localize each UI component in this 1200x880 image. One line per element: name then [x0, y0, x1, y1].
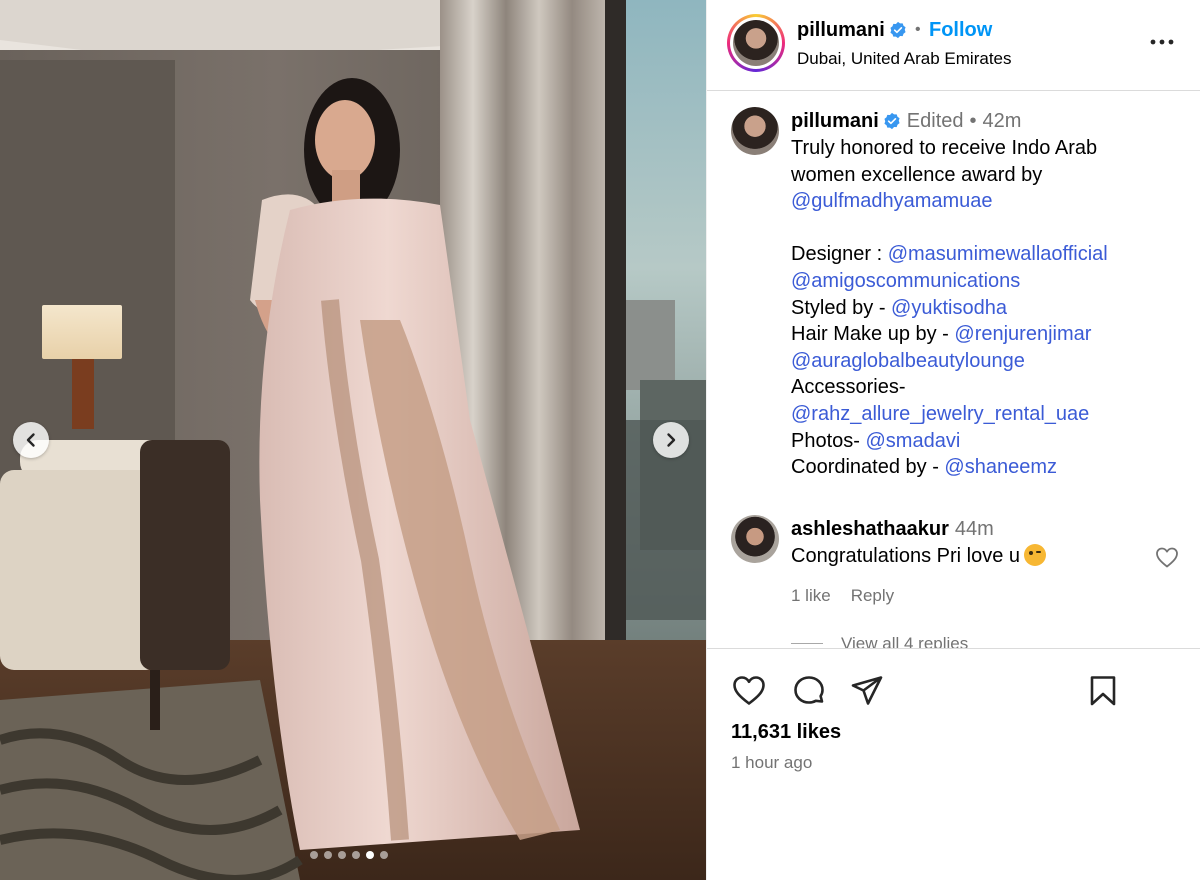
comment-username[interactable]: ashleshathaakur: [791, 518, 949, 540]
caption-header: pillumani Edited • 42m: [791, 110, 1021, 133]
comment-like-count[interactable]: 1 like: [791, 586, 831, 605]
comment-avatar[interactable]: [731, 515, 779, 563]
face-blowing-kiss-emoji-icon: [1024, 544, 1047, 566]
reply-button[interactable]: Reply: [851, 586, 894, 605]
likes-count[interactable]: 11,631 likes: [731, 721, 841, 744]
mention-link[interactable]: @yuktisodha: [891, 297, 1007, 319]
post-photo: [0, 0, 706, 880]
header-separator: •: [915, 21, 921, 38]
verified-badge-icon: [890, 21, 906, 39]
comment-text: Congratulations Pri love u: [791, 544, 1047, 568]
carousel-dot: [324, 851, 332, 859]
caption-label: Styled by -: [791, 296, 892, 319]
post-media: [0, 0, 706, 880]
author-name[interactable]: pillumani: [797, 19, 907, 42]
chevron-left-icon: [26, 433, 35, 447]
caption-avatar[interactable]: [731, 107, 779, 155]
more-horizontal-icon[interactable]: [1149, 32, 1175, 52]
comment-header: ashleshathaakur 44m: [791, 518, 994, 541]
mention-link[interactable]: @amigoscommunications: [791, 270, 1020, 292]
comment-time: 44m: [954, 518, 994, 540]
verified-badge-icon: [884, 112, 900, 130]
caption-label: Accessories-: [791, 376, 906, 399]
carousel-dot: [310, 851, 318, 859]
caption-scroll-area[interactable]: pillumani Edited • 42m Truly honored to rec…: [707, 92, 1200, 648]
caption-time: 42m: [982, 110, 1022, 132]
carousel-next-button[interactable]: [653, 422, 689, 458]
post-header: pillumani • Follow Dubai, United Arab Em…: [707, 0, 1200, 91]
divider: [791, 643, 823, 644]
edited-label: Edited: [906, 110, 964, 132]
mention-link[interactable]: @renjurenjimar: [954, 323, 1091, 345]
story-ring[interactable]: [727, 14, 785, 72]
carousel-dot: [352, 851, 360, 859]
caption-label: Photos-: [791, 429, 866, 452]
comment-icon[interactable]: [791, 673, 827, 709]
carousel-indicator: [310, 851, 388, 859]
comment-body: Congratulations Pri love u: [791, 545, 1021, 567]
post-details-panel: pillumani • Follow Dubai, United Arab Em…: [706, 0, 1200, 880]
mention-link[interactable]: @shaneemz: [944, 456, 1057, 478]
mention-link[interactable]: @smadavi: [865, 430, 960, 452]
mention-link[interactable]: @gulfmadhyamamuae: [791, 190, 993, 212]
comment-like-heart-icon[interactable]: [1155, 546, 1179, 568]
bookmark-icon[interactable]: [1085, 673, 1121, 709]
caption-line: women excellence award by: [791, 163, 1043, 186]
caption-label: Designer :: [791, 243, 888, 266]
view-replies-label: View all 4 replies: [841, 634, 969, 648]
caption-separator: •: [969, 110, 977, 132]
mention-link[interactable]: @auraglobalbeautylounge: [791, 350, 1025, 372]
caption-text: Truly honored to receive Indo Arab women…: [791, 135, 1181, 481]
share-icon[interactable]: [849, 673, 885, 709]
mention-link[interactable]: @rahz_allure_jewelry_rental_uae: [791, 403, 1089, 425]
chevron-right-icon: [667, 433, 676, 447]
mention-link[interactable]: @masumimewallaofficial: [888, 243, 1108, 265]
caption-username[interactable]: pillumani: [791, 110, 879, 132]
comment-meta: 1 like Reply: [791, 586, 914, 606]
avatar: [733, 20, 779, 66]
caption-label: Hair Make up by -: [791, 323, 955, 346]
caption-label: Coordinated by -: [791, 456, 945, 479]
view-replies-button[interactable]: View all 4 replies: [791, 634, 968, 648]
post-timestamp[interactable]: 1 hour ago: [731, 753, 812, 773]
heart-icon[interactable]: [731, 673, 767, 709]
follow-button[interactable]: Follow: [929, 19, 992, 42]
carousel-dot: [338, 851, 346, 859]
carousel-dot: [380, 851, 388, 859]
carousel-prev-button[interactable]: [13, 422, 49, 458]
carousel-dot: [366, 851, 374, 859]
post-actions: 11,631 likes 1 hour ago: [707, 648, 1200, 880]
post-location[interactable]: Dubai, United Arab Emirates: [797, 49, 1012, 69]
caption-line: Truly honored to receive Indo Arab: [791, 137, 1098, 159]
